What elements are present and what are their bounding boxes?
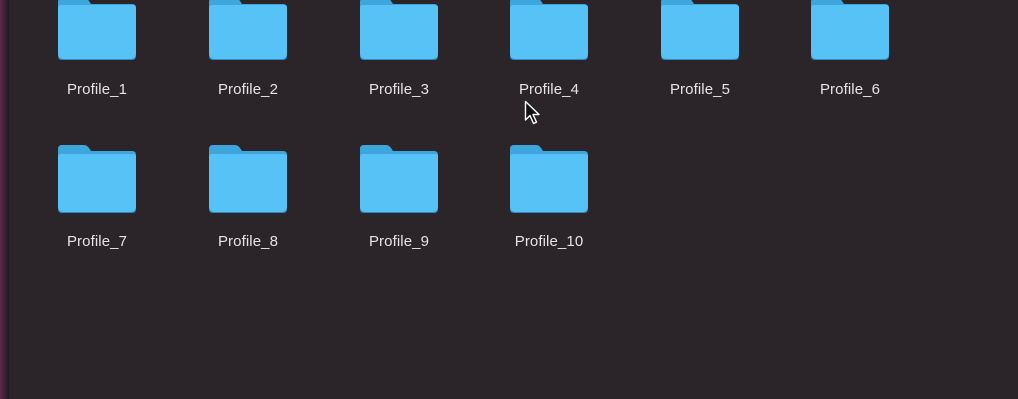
folder-icon [659, 0, 741, 60]
folder-icon [508, 0, 590, 60]
folder-label: Profile_5 [669, 81, 731, 98]
folder-icon [809, 0, 891, 60]
folder-item-profile-3[interactable]: Profile_3 [329, 0, 469, 98]
folder-item-profile-7[interactable]: Profile_7 [27, 141, 167, 251]
folder-item-profile-2[interactable]: Profile_2 [178, 0, 318, 98]
folder-label: Profile_4 [518, 81, 580, 98]
folder-item-profile-10[interactable]: Profile_10 [479, 141, 619, 251]
folder-item-profile-6[interactable]: Profile_6 [780, 0, 920, 98]
folder-label: Profile_9 [368, 233, 430, 250]
folder-icon [207, 0, 289, 60]
folder-icon [56, 141, 138, 213]
folder-icon [207, 141, 289, 213]
folder-item-profile-8[interactable]: Profile_8 [178, 141, 318, 251]
folder-item-profile-5[interactable]: Profile_5 [630, 0, 770, 98]
mouse-pointer-icon [524, 100, 542, 126]
folder-label: Profile_3 [368, 81, 430, 98]
folder-label: Profile_7 [66, 233, 128, 250]
folder-label: Profile_1 [66, 81, 128, 98]
folder-item-profile-4[interactable]: Profile_4 [479, 0, 619, 98]
folder-label: Profile_2 [217, 81, 279, 98]
folder-label: Profile_8 [217, 233, 279, 250]
folder-item-profile-1[interactable]: Profile_1 [27, 0, 167, 98]
folder-icon [508, 141, 590, 213]
folder-item-profile-9[interactable]: Profile_9 [329, 141, 469, 251]
folder-grid: Profile_1 Profile_2 Profile_3 Profile_4 … [0, 0, 1018, 399]
folder-icon [358, 0, 440, 60]
folder-icon [56, 0, 138, 60]
folder-label: Profile_6 [819, 81, 881, 98]
folder-icon [358, 141, 440, 213]
folder-label: Profile_10 [514, 233, 584, 250]
